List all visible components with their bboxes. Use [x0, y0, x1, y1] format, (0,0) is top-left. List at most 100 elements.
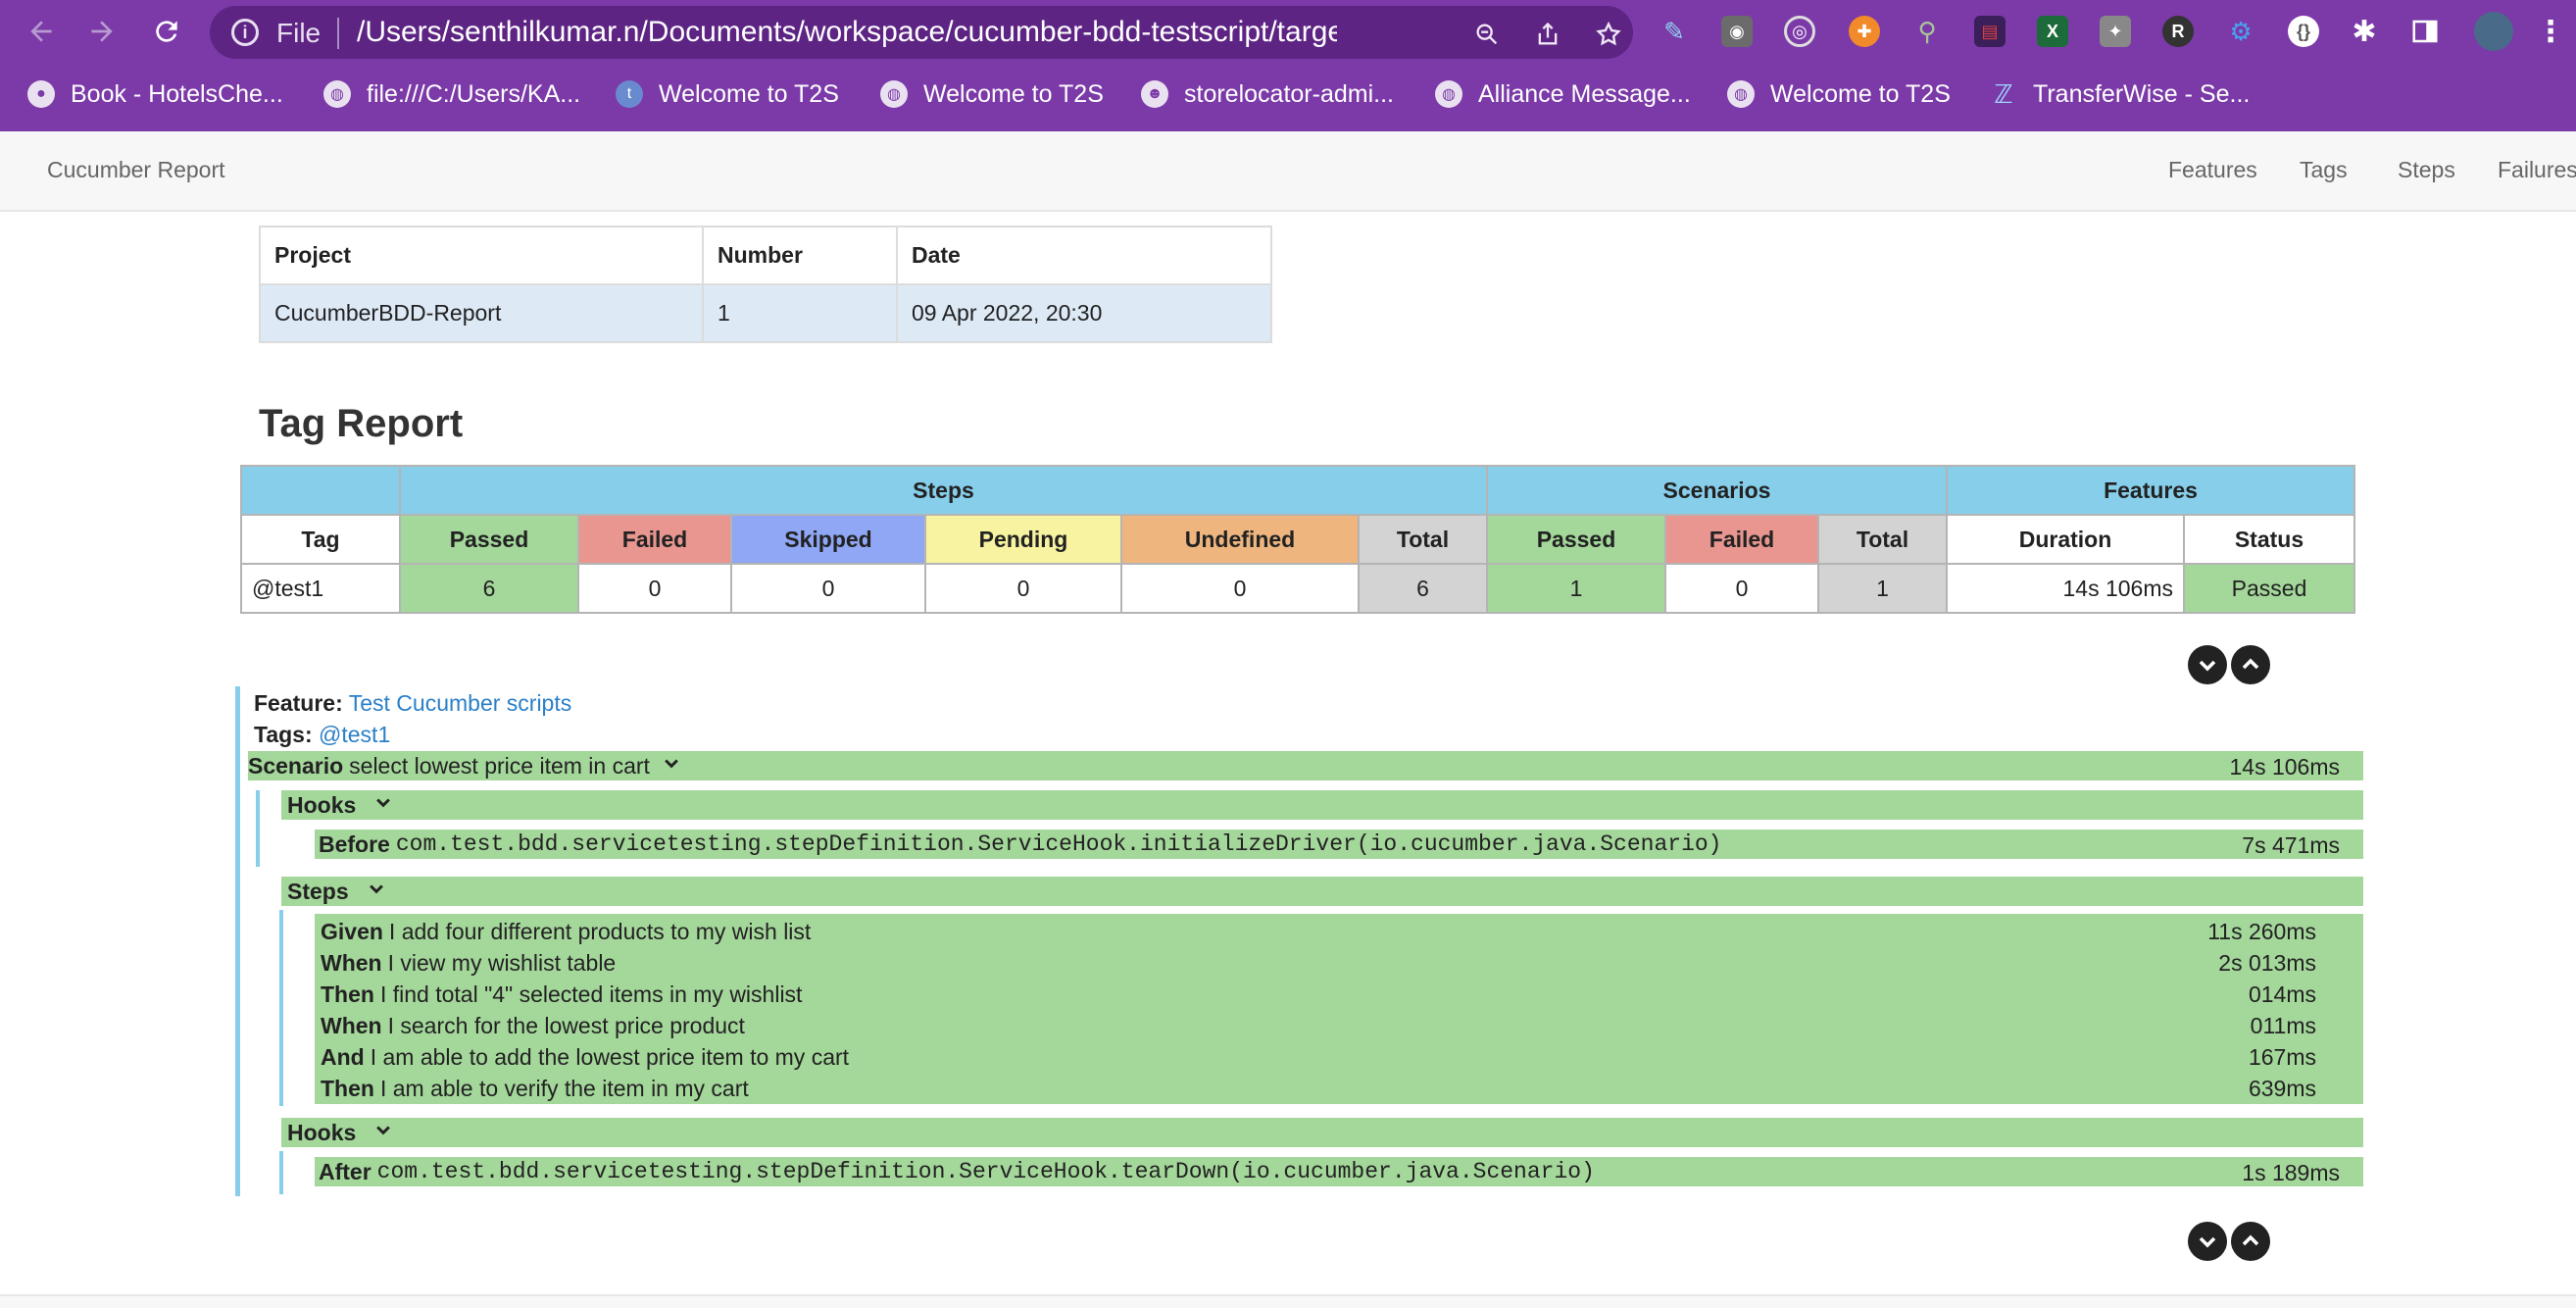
- step-keyword: Given: [321, 919, 383, 944]
- scenarios-failed-cell: 0: [1664, 563, 1819, 614]
- expand-all-button[interactable]: [2188, 645, 2227, 684]
- feature-section: Feature: Test Cucumber scripts Tags: @te…: [235, 686, 2363, 1196]
- navbar-brand[interactable]: Cucumber Report: [47, 157, 225, 183]
- step-row: When I view my wishlist table 2s 013ms: [321, 947, 2340, 979]
- steps-pending-cell: 0: [924, 563, 1122, 614]
- steps-total-cell: 6: [1358, 563, 1488, 614]
- nav-link-features[interactable]: Features: [2168, 157, 2257, 183]
- extension-puzzle-gray-icon[interactable]: ✦: [2100, 16, 2131, 47]
- back-button[interactable]: [24, 14, 59, 49]
- column-header-steps-passed[interactable]: Passed: [399, 514, 579, 565]
- page-footer: [0, 1294, 2576, 1308]
- nav-link-tags[interactable]: Tags: [2300, 157, 2348, 183]
- report-navbar: Cucumber Report Features Tags Steps Fail…: [0, 131, 2576, 212]
- chevron-down-icon[interactable]: [373, 792, 393, 818]
- bookmark-item[interactable]: ◍ file:///C:/Users/KA...: [323, 76, 580, 112]
- column-header-steps-undefined[interactable]: Undefined: [1120, 514, 1360, 565]
- nav-link-failures[interactable]: Failures: [2498, 157, 2576, 183]
- collapse-all-button[interactable]: [2231, 645, 2270, 684]
- transferwise-icon: ℤ: [1994, 78, 2013, 109]
- before-hook-method: com.test.bdd.servicetesting.stepDefiniti…: [395, 831, 1722, 857]
- bookmark-favicon: ●: [27, 80, 55, 108]
- extension-orange-icon[interactable]: ✚: [1849, 16, 1880, 47]
- step-duration: 639ms: [2248, 1076, 2316, 1101]
- nav-link-steps[interactable]: Steps: [2398, 157, 2455, 183]
- step-duration: 11s 260ms: [2207, 919, 2316, 944]
- bookmark-item[interactable]: ℤ TransferWise - Se...: [1990, 76, 2250, 112]
- bookmark-item[interactable]: ● Book - HotelsChe...: [27, 76, 283, 112]
- expand-all-button-bottom[interactable]: [2188, 1222, 2227, 1261]
- globe-icon: ◍: [323, 80, 351, 108]
- extension-search-color-icon[interactable]: ⚙: [2225, 16, 2256, 47]
- globe-icon: ◍: [1435, 80, 1462, 108]
- steps-header[interactable]: Steps: [281, 877, 2363, 906]
- bookmark-item[interactable]: ◍ Welcome to T2S: [1727, 76, 1951, 112]
- feature-name-link[interactable]: Test Cucumber scripts: [349, 690, 572, 716]
- address-bar[interactable]: i File /Users/senthilkumar.n/Documents/w…: [210, 6, 1633, 59]
- info-icon[interactable]: i: [231, 19, 259, 46]
- extension-camera-icon[interactable]: ◉: [1721, 16, 1753, 47]
- step-row: Given I add four different products to my…: [321, 916, 2340, 947]
- chevron-down-icon[interactable]: [662, 753, 681, 779]
- hooks-after-header[interactable]: Hooks: [281, 1118, 2363, 1147]
- tag-link[interactable]: @test1: [319, 722, 390, 747]
- globe-icon: ◍: [1727, 80, 1755, 108]
- extension-json-icon[interactable]: {}: [2288, 16, 2319, 47]
- column-header-steps-total[interactable]: Total: [1358, 514, 1488, 565]
- column-header-steps-failed[interactable]: Failed: [577, 514, 732, 565]
- omnibox-separator: [337, 18, 339, 49]
- chevron-down-icon[interactable]: [367, 879, 386, 904]
- zoom-icon[interactable]: [1470, 18, 1504, 51]
- tag-link-cell[interactable]: @test1: [240, 563, 401, 614]
- forward-button[interactable]: [84, 14, 120, 49]
- step-keyword: When: [321, 950, 382, 976]
- hooks-indent-line: [256, 790, 260, 867]
- feature-tags: Tags: @test1: [254, 722, 390, 748]
- extensions-puzzle-icon[interactable]: ✱: [2349, 16, 2380, 48]
- steps-passed-cell: 6: [399, 563, 579, 614]
- steps-failed-cell: 0: [577, 563, 732, 614]
- extension-r-icon[interactable]: R: [2162, 16, 2194, 47]
- step-duration: 167ms: [2248, 1044, 2316, 1070]
- column-header-scenarios-total[interactable]: Total: [1817, 514, 1948, 565]
- column-header-status[interactable]: Status: [2183, 514, 2355, 565]
- steps-indent-line: [279, 910, 283, 1106]
- collapse-all-button-bottom[interactable]: [2231, 1222, 2270, 1261]
- extension-map-pin-icon[interactable]: ⚲: [1911, 16, 1943, 47]
- browser-menu-icon[interactable]: ⋮: [2535, 16, 2566, 48]
- scenario-bar[interactable]: Scenario select lowest price item in car…: [248, 751, 2363, 780]
- share-icon[interactable]: [1531, 18, 1564, 51]
- chevron-down-icon: [2199, 660, 2216, 672]
- bookmark-item[interactable]: ☻ storelocator-admi...: [1141, 76, 1394, 112]
- column-header-steps-skipped[interactable]: Skipped: [730, 514, 926, 565]
- step-duration: 011ms: [2250, 1013, 2316, 1038]
- bookmark-item[interactable]: ◍ Welcome to T2S: [880, 76, 1104, 112]
- extension-pen-icon[interactable]: ✎: [1659, 16, 1690, 47]
- column-header-tag[interactable]: Tag: [240, 514, 401, 565]
- column-header-scenarios-failed[interactable]: Failed: [1664, 514, 1819, 565]
- extension-excel-icon[interactable]: X: [2037, 16, 2068, 47]
- step-keyword: When: [321, 1013, 382, 1038]
- bookmark-favicon: ☻: [1141, 80, 1168, 108]
- column-header-steps-pending[interactable]: Pending: [924, 514, 1122, 565]
- extension-document-icon[interactable]: ▤: [1974, 16, 2006, 47]
- hooks-before-header[interactable]: Hooks: [281, 790, 2363, 820]
- extension-target-icon[interactable]: ◎: [1784, 16, 1815, 47]
- bookmark-item[interactable]: t Welcome to T2S: [616, 76, 839, 112]
- chevron-up-icon: [2242, 658, 2259, 670]
- reload-button[interactable]: [149, 14, 184, 49]
- globe-icon: ◍: [880, 80, 908, 108]
- bookmark-item[interactable]: ◍ Alliance Message...: [1435, 76, 1691, 112]
- bookmark-star-icon[interactable]: [1592, 18, 1625, 51]
- date-cell: 09 Apr 2022, 20:30: [896, 283, 1272, 343]
- url-text[interactable]: /Users/senthilkumar.n/Documents/workspac…: [357, 16, 1337, 49]
- profile-avatar[interactable]: [2474, 12, 2513, 51]
- hooks-label: Hooks: [287, 791, 357, 818]
- step-keyword: And: [321, 1044, 365, 1070]
- column-header-duration[interactable]: Duration: [1946, 514, 2185, 565]
- side-panel-icon[interactable]: [2409, 16, 2441, 47]
- chevron-down-icon[interactable]: [373, 1120, 393, 1145]
- feature-label: Feature:: [254, 690, 343, 716]
- column-header-scenarios-passed[interactable]: Passed: [1486, 514, 1666, 565]
- tag-report-table: Steps Scenarios Features Tag Passed Fail…: [240, 465, 2355, 614]
